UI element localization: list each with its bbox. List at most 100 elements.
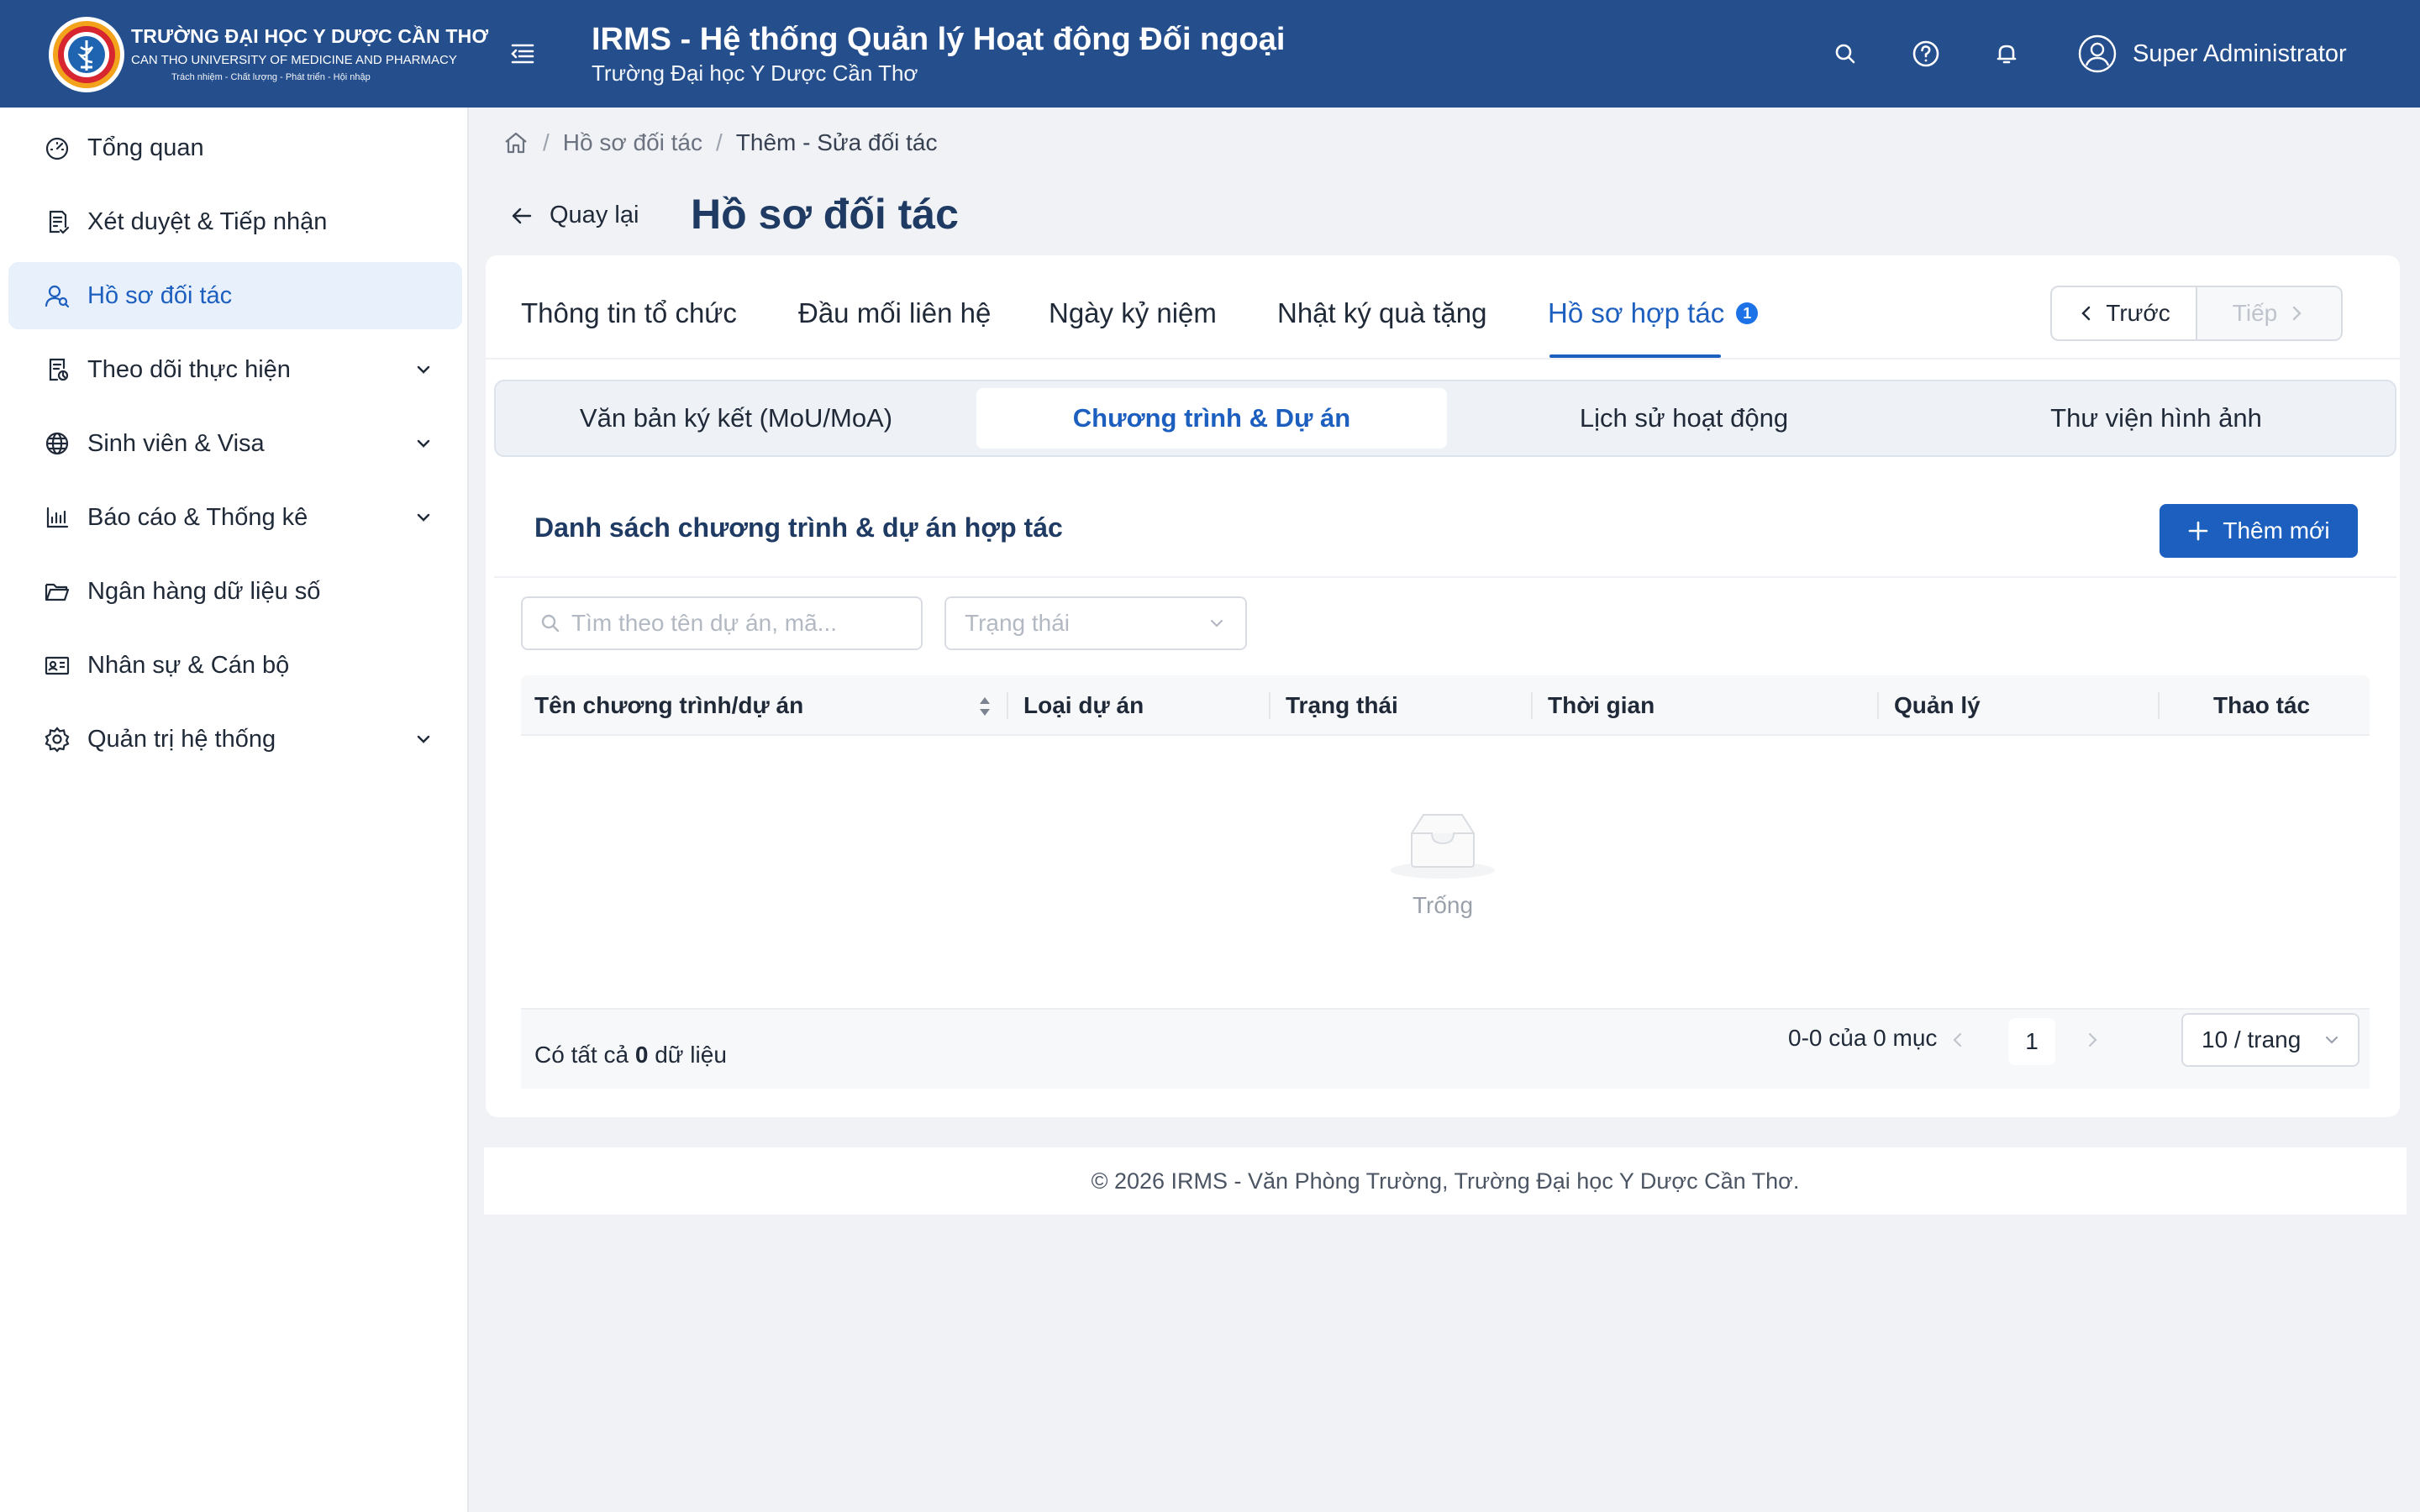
- plus-icon: [2187, 520, 2209, 542]
- previous-label: Trước: [2106, 300, 2170, 326]
- sidebar-item-reports[interactable]: Báo cáo & Thống kê: [8, 484, 462, 551]
- dashboard-icon: [44, 134, 71, 161]
- bell-icon[interactable]: [1990, 37, 2023, 71]
- university-name: TRƯỜNG ĐẠI HỌC Y DƯỢC CẦN THƠ CAN THO UN…: [131, 25, 489, 82]
- section-divider: [494, 576, 2396, 578]
- tab-label: Hồ sơ hợp tác: [1548, 297, 1725, 328]
- table-header: Tên chương trình/dự án Loại dự án Trạng …: [521, 675, 2370, 736]
- column-header-actions: Thao tác: [2213, 692, 2311, 718]
- page-size-value: 10 / trang: [2202, 1026, 2302, 1053]
- total-number: 0: [634, 1042, 649, 1068]
- chevron-left-icon: [2077, 304, 2096, 323]
- university-motto: Trách nhiệm - Chất lượng - Phát triển - …: [171, 72, 371, 82]
- total-suffix: dữ liệu: [655, 1042, 727, 1068]
- breadcrumb-separator: /: [716, 129, 723, 155]
- tab-organization-info[interactable]: Thông tin tổ chức: [521, 297, 737, 329]
- sidebar-item-admin[interactable]: Quản trị hệ thống: [8, 706, 462, 773]
- chevron-right-icon: [2287, 304, 2306, 323]
- chevron-down-icon: [1207, 613, 1227, 633]
- tab-gift-log[interactable]: Nhật ký quà tặng: [1277, 297, 1487, 329]
- university-name-vi: TRƯỜNG ĐẠI HỌC Y DƯỢC CẦN THƠ: [131, 25, 489, 47]
- record-navigation: Trước Tiếp: [2050, 286, 2343, 341]
- breadcrumb-current: Thêm - Sửa đối tác: [735, 129, 938, 155]
- app-subtitle: Trường Đại học Y Dược Cần Thơ: [592, 60, 918, 86]
- chevron-down-icon: [412, 506, 435, 529]
- sidebar-item-students-visa[interactable]: Sinh viên & Visa: [8, 410, 462, 477]
- tab-contacts[interactable]: Đầu mối liên hệ: [798, 297, 991, 329]
- back-button[interactable]: Quay lại: [509, 202, 639, 229]
- sidebar-item-label: Tổng quan: [87, 134, 204, 161]
- breadcrumb-separator: /: [543, 129, 550, 155]
- search-icon: [539, 612, 561, 634]
- search-icon[interactable]: [1828, 37, 1862, 71]
- next-button[interactable]: Tiếp: [2197, 287, 2341, 339]
- sidebar-item-label: Ngân hàng dữ liệu số: [87, 577, 321, 605]
- add-new-button[interactable]: Thêm mới: [2160, 504, 2358, 558]
- breadcrumb-link-partners[interactable]: Hồ sơ đối tác: [563, 129, 702, 156]
- partner-profile-card: Thông tin tổ chức Đầu mối liên hệ Ngày k…: [486, 255, 2400, 1117]
- column-divider: [1531, 692, 1533, 719]
- empty-state: Trống: [486, 810, 2400, 919]
- pagination-page-1[interactable]: 1: [2008, 1018, 2055, 1065]
- add-new-label: Thêm mới: [2223, 517, 2330, 543]
- sort-icon[interactable]: [976, 694, 993, 719]
- status-filter-placeholder: Trạng thái: [965, 610, 1071, 636]
- sidebar-item-staff[interactable]: Nhân sự & Cán bộ: [8, 632, 462, 699]
- help-icon[interactable]: [1909, 37, 1943, 71]
- arrow-left-icon: [509, 203, 534, 228]
- column-header-name[interactable]: Tên chương trình/dự án: [534, 675, 803, 736]
- sidebar-item-partners[interactable]: Hồ sơ đối tác: [8, 262, 462, 329]
- tab-anniversaries[interactable]: Ngày kỷ niệm: [1049, 297, 1217, 329]
- sidebar-item-overview[interactable]: Tổng quan: [8, 114, 462, 181]
- search-input[interactable]: [571, 610, 908, 637]
- column-divider: [1007, 692, 1008, 719]
- breadcrumb: / Hồ sơ đối tác / Thêm - Sửa đối tác: [502, 126, 938, 160]
- previous-button[interactable]: Trước: [2052, 287, 2197, 339]
- sidebar-item-data-bank[interactable]: Ngân hàng dữ liệu số: [8, 558, 462, 625]
- empty-state-label: Trống: [1412, 892, 1474, 918]
- empty-inbox-icon: [1388, 810, 1497, 880]
- next-label: Tiếp: [2232, 300, 2278, 326]
- page-size-select[interactable]: 10 / trang: [2181, 1013, 2360, 1067]
- chevron-down-icon: [2323, 1031, 2341, 1049]
- top-header: TRƯỜNG ĐẠI HỌC Y DƯỢC CẦN THƠ CAN THO UN…: [0, 0, 2420, 108]
- app-title: IRMS - Hệ thống Quản lý Hoạt động Đối ng…: [592, 22, 1286, 57]
- sidebar-item-label: Quản trị hệ thống: [87, 725, 276, 753]
- page-footer: © 2026 IRMS - Văn Phòng Trường, Trường Đ…: [484, 1147, 2407, 1215]
- sidebar-item-label: Báo cáo & Thống kê: [87, 503, 308, 531]
- user-avatar-icon: [2077, 34, 2118, 74]
- pagination-prev-button[interactable]: [1941, 1023, 1975, 1057]
- sidebar-item-label: Hồ sơ đối tác: [87, 281, 233, 309]
- total-count: Có tất cả 0 dữ liệu: [534, 1042, 727, 1068]
- folder-icon: [44, 578, 71, 605]
- table-footer: Có tất cả 0 dữ liệu 0-0 của 0 mục 1 10 /…: [521, 1008, 2370, 1089]
- subtab-programs-projects[interactable]: Chương trình & Dự án: [976, 388, 1447, 449]
- chevron-down-icon: [412, 432, 435, 455]
- chevron-down-icon: [412, 727, 435, 751]
- status-filter-select[interactable]: Trạng thái: [944, 596, 1247, 650]
- home-icon[interactable]: [502, 129, 529, 156]
- user-menu[interactable]: Super Administrator: [2077, 34, 2347, 74]
- column-divider: [1269, 692, 1270, 719]
- tracking-icon: [44, 356, 71, 383]
- pagination-next-button[interactable]: [2075, 1023, 2109, 1057]
- sidebar-item-label: Xét duyệt & Tiếp nhận: [87, 207, 328, 235]
- sub-tabs: Văn bản ký kết (MoU/MoA) Chương trình & …: [494, 380, 2396, 457]
- column-header-status: Trạng thái: [1286, 692, 1398, 718]
- user-name: Super Administrator: [2133, 39, 2347, 67]
- search-box: [521, 596, 923, 650]
- sidebar-item-label: Nhân sự & Cán bộ: [87, 651, 290, 679]
- subtab-photo-gallery[interactable]: Thư viện hình ảnh: [1921, 388, 2391, 449]
- section-title: Danh sách chương trình & dự án hợp tác: [534, 512, 1063, 543]
- pagination-range: 0-0 của 0 mục: [1788, 1025, 1938, 1051]
- menu-toggle-icon[interactable]: [508, 39, 538, 69]
- document-check-icon: [44, 208, 71, 235]
- subtab-agreements[interactable]: Văn bản ký kết (MoU/MoA): [501, 388, 971, 449]
- tab-cooperation-profile[interactable]: Hồ sơ hợp tác 1: [1548, 297, 1759, 329]
- sidebar-item-review[interactable]: Xét duyệt & Tiếp nhận: [8, 188, 462, 255]
- sidebar-item-tracking[interactable]: Theo dõi thực hiện: [8, 336, 462, 403]
- id-card-icon: [44, 652, 71, 679]
- university-name-en: CAN THO UNIVERSITY OF MEDICINE AND PHARM…: [131, 53, 457, 67]
- bar-chart-icon: [44, 504, 71, 531]
- subtab-activity-history[interactable]: Lịch sử hoạt động: [1449, 388, 1919, 449]
